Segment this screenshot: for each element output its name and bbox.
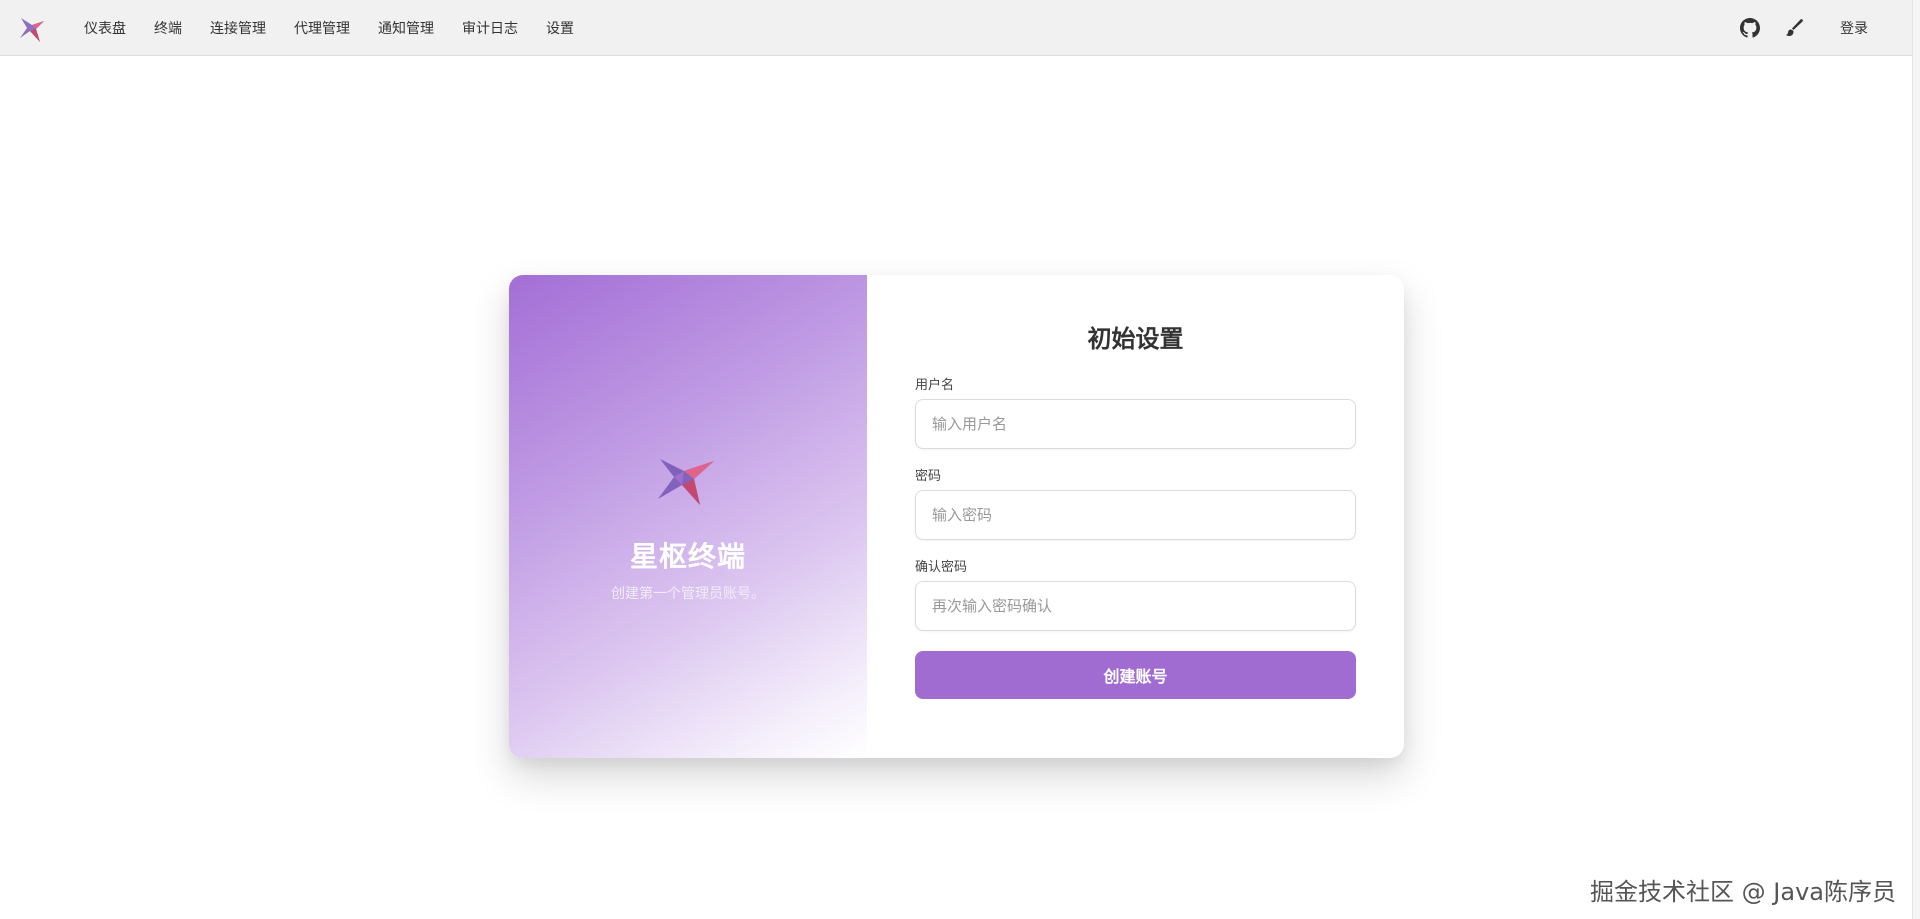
setup-card: 星枢终端 创建第一个管理员账号。 初始设置 用户名 密码 确认密码 创建账号 <box>509 275 1404 758</box>
nav-item-connections[interactable]: 连接管理 <box>196 0 280 56</box>
confirm-password-input[interactable] <box>915 581 1356 631</box>
form-title: 初始设置 <box>1087 325 1184 353</box>
brand-title: 星枢终端 <box>629 539 746 573</box>
brand-logo-icon <box>658 458 714 505</box>
create-account-button[interactable]: 创建账号 <box>915 651 1356 699</box>
watermark-text: 掘金技术社区 @ Java陈序员 <box>1590 878 1896 906</box>
username-field-group: 用户名 <box>915 374 1356 449</box>
password-field-group: 密码 <box>915 465 1356 540</box>
nav-item-terminal[interactable]: 终端 <box>140 0 196 56</box>
brand-subtitle: 创建第一个管理员账号。 <box>611 585 765 602</box>
page-scrollbar[interactable] <box>1912 0 1920 919</box>
nav-item-dashboard[interactable]: 仪表盘 <box>70 0 140 56</box>
username-input[interactable] <box>915 399 1356 449</box>
password-label: 密码 <box>915 469 942 484</box>
setup-form: 初始设置 用户名 密码 确认密码 创建账号 <box>867 275 1404 758</box>
top-navbar: 仪表盘 终端 连接管理 代理管理 通知管理 审计日志 设置 登录 <box>0 0 1912 56</box>
brush-icon[interactable] <box>1782 16 1806 40</box>
nav-item-proxies[interactable]: 代理管理 <box>280 0 364 56</box>
nav-item-notifications[interactable]: 通知管理 <box>364 0 448 56</box>
brand-panel: 星枢终端 创建第一个管理员账号。 <box>509 275 867 758</box>
main-nav: 仪表盘 终端 连接管理 代理管理 通知管理 审计日志 设置 <box>70 0 588 56</box>
confirm-password-field-group: 确认密码 <box>915 556 1356 631</box>
username-label: 用户名 <box>915 378 955 393</box>
password-input[interactable] <box>915 490 1356 540</box>
nav-item-settings[interactable]: 设置 <box>532 0 588 56</box>
app-logo-icon[interactable] <box>16 10 52 46</box>
github-icon[interactable] <box>1738 16 1762 40</box>
header-actions: 登录 <box>1738 16 1868 40</box>
login-link[interactable]: 登录 <box>1840 18 1868 38</box>
confirm-password-label: 确认密码 <box>915 560 968 575</box>
nav-item-audit-log[interactable]: 审计日志 <box>448 0 532 56</box>
